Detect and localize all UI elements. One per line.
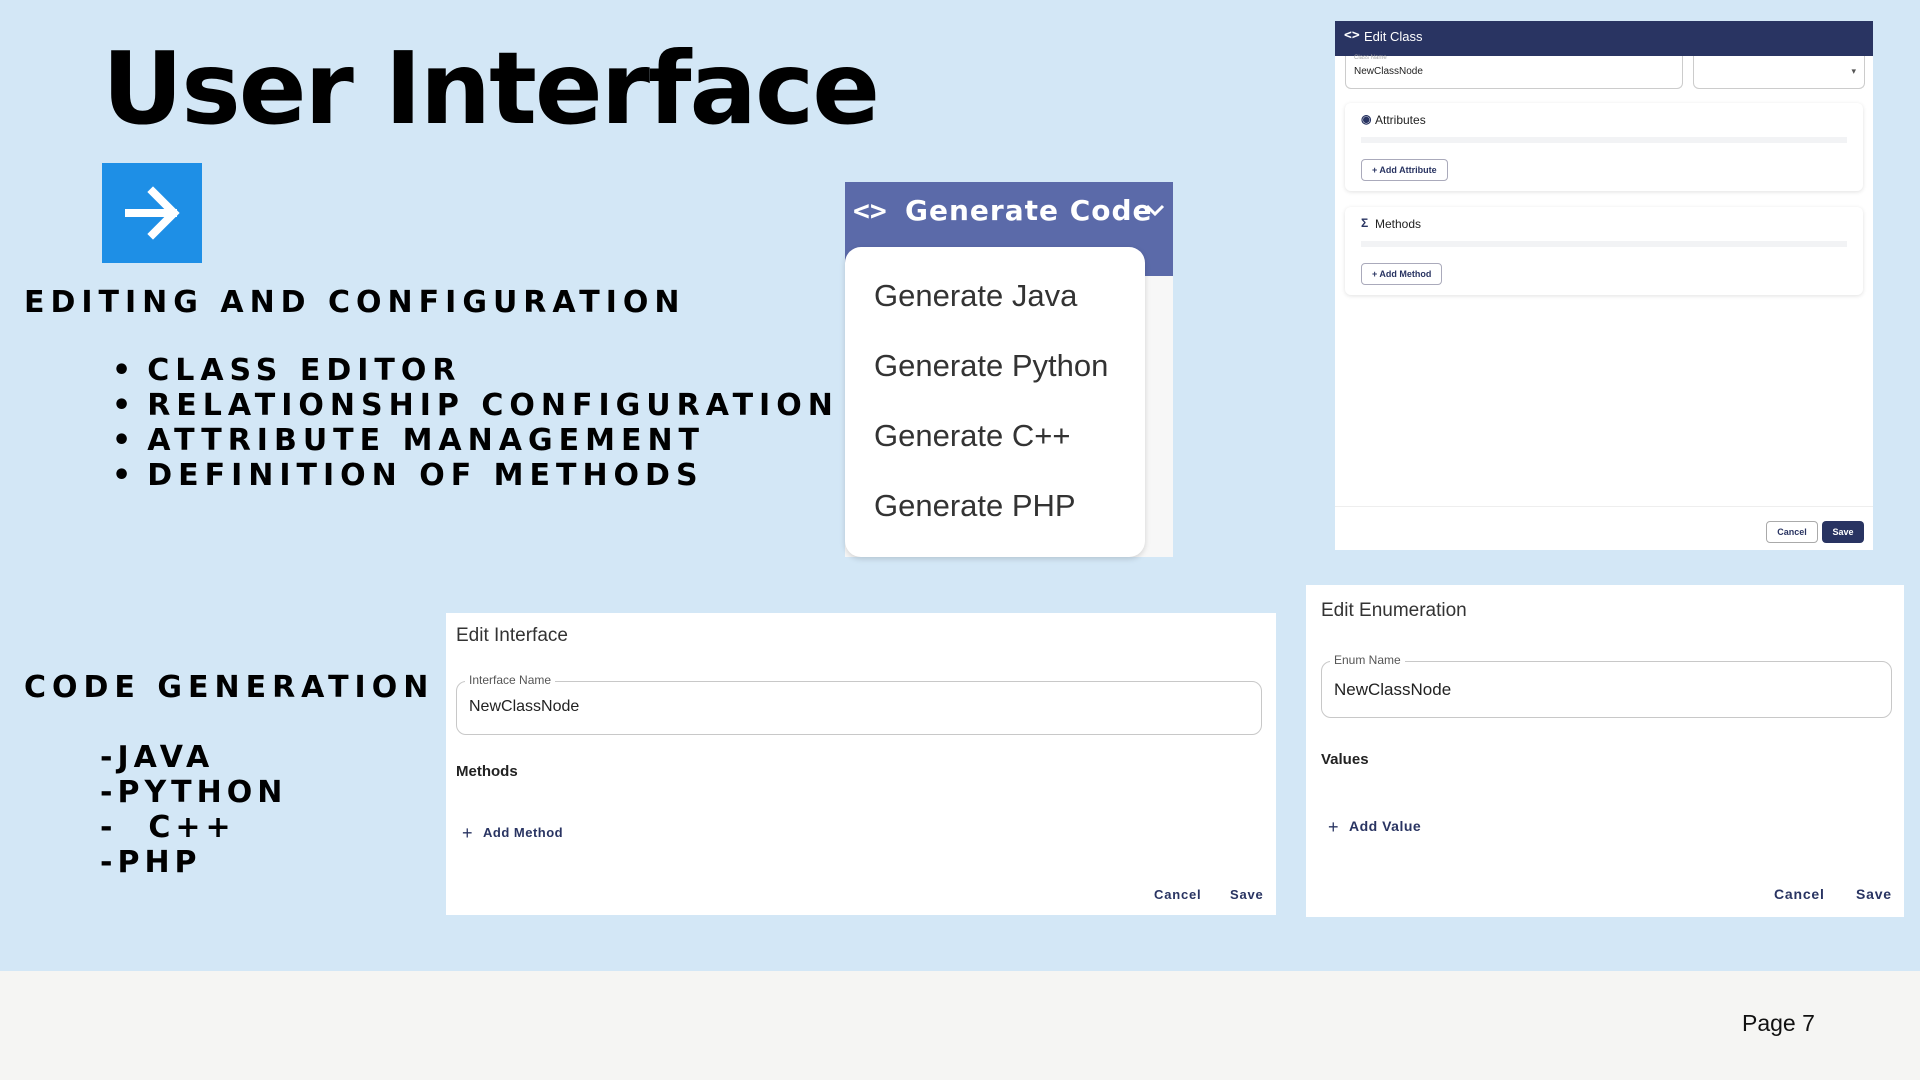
- attributes-title: Attributes: [1375, 113, 1426, 127]
- edit-class-titlebar: <> Edit Class: [1335, 21, 1873, 56]
- class-name-field[interactable]: Class Name NewClassNode: [1345, 55, 1683, 89]
- attributes-list: [1361, 137, 1847, 143]
- feature-item: CLASS EDITOR: [112, 353, 839, 388]
- enum-name-label: Enum Name: [1330, 653, 1405, 667]
- page-number: Page 7: [1742, 1010, 1815, 1036]
- enum-name-value: NewClassNode: [1334, 680, 1452, 699]
- save-button[interactable]: Save: [1822, 521, 1864, 543]
- methods-list: [1361, 241, 1847, 247]
- language-item: -PHP: [100, 845, 202, 880]
- cancel-button[interactable]: Cancel: [1154, 887, 1201, 902]
- code-icon: <>: [853, 194, 887, 227]
- edit-interface-dialog: Edit Interface Interface Name NewClassNo…: [446, 613, 1276, 915]
- generate-code-panel: <> Generate Code Generate Java Generate …: [845, 182, 1173, 557]
- attributes-section: ◉ Attributes + Add Attribute: [1345, 103, 1863, 191]
- chevron-down-icon[interactable]: [1145, 204, 1165, 223]
- enum-name-field[interactable]: Enum Name NewClassNode: [1321, 653, 1892, 718]
- menu-item-generate-cpp[interactable]: Generate C++: [874, 418, 1070, 454]
- interface-name-value: NewClassNode: [469, 698, 580, 715]
- edit-enumeration-title: Edit Enumeration: [1321, 600, 1467, 621]
- feature-list: CLASS EDITOR RELATIONSHIP CONFIGURATION …: [112, 353, 839, 493]
- generate-code-menu: Generate Java Generate Python Generate C…: [845, 247, 1145, 557]
- add-value-label: Add Value: [1349, 818, 1422, 834]
- menu-item-generate-python[interactable]: Generate Python: [874, 348, 1108, 384]
- class-type-select[interactable]: ▾: [1693, 56, 1865, 89]
- plus-icon: +: [462, 823, 474, 843]
- save-button[interactable]: Save: [1230, 887, 1264, 902]
- plus-icon: +: [1328, 817, 1340, 837]
- language-item: -PYTHON: [100, 775, 288, 810]
- cancel-button[interactable]: Cancel: [1774, 886, 1825, 902]
- add-method-button[interactable]: + Add Method: [462, 823, 563, 844]
- code-icon: <>: [1344, 28, 1360, 43]
- feature-item: ATTRIBUTE MANAGEMENT: [112, 423, 839, 458]
- slide-title: User Interface: [102, 30, 880, 147]
- language-list: -JAVA -PYTHON - C++ -PHP: [100, 740, 287, 880]
- caret-down-icon: ▾: [1851, 66, 1856, 76]
- edit-interface-title: Edit Interface: [456, 625, 568, 646]
- methods-section: Σ Methods + Add Method: [1345, 207, 1863, 295]
- edit-class-dialog: <> Edit Class Class Name NewClassNode ▾ …: [1335, 21, 1873, 550]
- sigma-icon: Σ: [1361, 216, 1369, 230]
- methods-title: Methods: [1375, 217, 1422, 231]
- class-name-label: Class Name: [1354, 55, 1387, 61]
- menu-item-generate-php[interactable]: Generate PHP: [874, 488, 1076, 524]
- interface-name-field[interactable]: Interface Name NewClassNode: [456, 673, 1262, 735]
- edit-enumeration-dialog: Edit Enumeration Enum Name NewClassNode …: [1306, 585, 1904, 917]
- section-heading-code-generation: CODE GENERATION: [24, 670, 435, 705]
- language-item: -JAVA: [100, 740, 215, 775]
- add-method-button[interactable]: + Add Method: [1361, 263, 1443, 285]
- add-value-button[interactable]: + Add Value: [1328, 817, 1421, 838]
- add-method-label: Add Method: [483, 825, 564, 840]
- methods-label: Methods: [456, 763, 518, 780]
- footer-bar: [0, 971, 1920, 1080]
- language-item: - C++: [100, 810, 236, 845]
- edit-class-title: Edit Class: [1364, 29, 1423, 44]
- values-label: Values: [1321, 751, 1369, 768]
- divider: [1335, 506, 1873, 507]
- arrow-right-icon: [102, 163, 202, 263]
- cancel-button[interactable]: Cancel: [1766, 521, 1818, 543]
- save-button[interactable]: Save: [1856, 886, 1892, 902]
- generate-code-title: Generate Code: [905, 194, 1153, 227]
- eye-icon: ◉: [1361, 112, 1372, 126]
- class-name-value: NewClassNode: [1354, 66, 1423, 77]
- interface-name-label: Interface Name: [465, 673, 556, 687]
- menu-item-generate-java[interactable]: Generate Java: [874, 278, 1077, 314]
- section-heading-editing: EDITING AND CONFIGURATION: [24, 285, 686, 320]
- feature-item: RELATIONSHIP CONFIGURATION: [112, 388, 839, 423]
- feature-item: DEFINITION OF METHODS: [112, 458, 839, 493]
- add-attribute-button[interactable]: + Add Attribute: [1361, 159, 1448, 181]
